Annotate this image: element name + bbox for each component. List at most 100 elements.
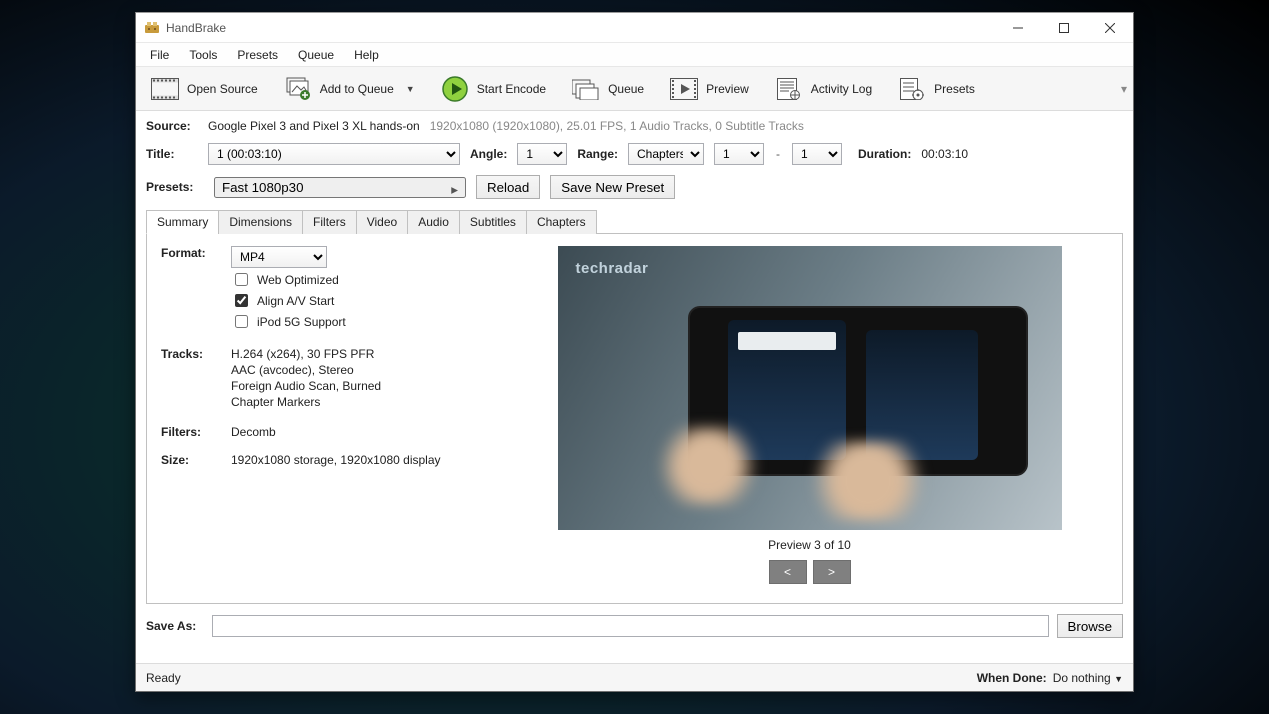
presets-icon <box>898 75 926 103</box>
web-optimized-label: Web Optimized <box>257 273 339 287</box>
chevron-right-icon: ▸ <box>451 182 458 198</box>
track-line: AAC (avcodec), Stereo <box>231 363 481 377</box>
size-value: 1920x1080 storage, 1920x1080 display <box>231 453 481 467</box>
track-line: H.264 (x264), 30 FPS PFR <box>231 347 481 361</box>
size-label: Size: <box>161 453 231 467</box>
align-av-label: Align A/V Start <box>257 294 334 308</box>
activity-log-label: Activity Log <box>811 82 872 96</box>
duration-label: Duration: <box>858 147 911 161</box>
save-new-preset-button[interactable]: Save New Preset <box>550 175 675 199</box>
add-to-queue-button[interactable]: Add to Queue ▼ <box>275 71 424 107</box>
format-select[interactable]: MP4 <box>231 246 327 268</box>
tab-chapters[interactable]: Chapters <box>526 210 597 234</box>
toolbar-overflow[interactable]: ▾ <box>1121 82 1127 96</box>
tab-audio[interactable]: Audio <box>407 210 460 234</box>
tab-summary[interactable]: Summary <box>146 210 219 234</box>
start-encode-button[interactable]: Start Encode <box>432 71 555 107</box>
preview-prev-button[interactable]: < <box>769 560 807 584</box>
toolbar: Open Source Add to Queue ▼ <box>136 67 1133 111</box>
pictures-plus-icon <box>284 75 312 103</box>
reload-button[interactable]: Reload <box>476 175 540 199</box>
summary-left: Format: MP4 Web Optimized Align A/V Star… <box>161 246 481 593</box>
presets-label: Presets: <box>146 180 204 194</box>
menu-tools[interactable]: Tools <box>181 45 225 65</box>
add-to-queue-label: Add to Queue <box>320 82 394 96</box>
film-icon <box>151 75 179 103</box>
tracks-list: H.264 (x264), 30 FPS PFR AAC (avcodec), … <box>231 347 481 411</box>
presets-row: Presets: Fast 1080p30 ▸ Reload Save New … <box>136 167 1133 201</box>
statusbar: Ready When Done: Do nothing ▼ <box>136 663 1133 691</box>
source-label: Source: <box>146 119 198 133</box>
preview-column: techradar Preview 3 of 10 < > <box>511 246 1108 593</box>
tracks-label: Tracks: <box>161 347 231 411</box>
menu-queue[interactable]: Queue <box>290 45 342 65</box>
ipod-checkbox[interactable] <box>235 315 248 328</box>
menu-file[interactable]: File <box>142 45 177 65</box>
preview-watermark: techradar <box>576 260 649 277</box>
summary-panel: Format: MP4 Web Optimized Align A/V Star… <box>146 234 1123 604</box>
tab-dimensions[interactable]: Dimensions <box>218 210 303 234</box>
status-text: Ready <box>146 671 181 685</box>
save-as-input[interactable] <box>212 615 1049 637</box>
preview-button[interactable]: Preview <box>661 71 758 107</box>
duration-value: 00:03:10 <box>921 147 968 161</box>
app-title: HandBrake <box>166 21 226 35</box>
tabs: Summary Dimensions Filters Video Audio S… <box>146 209 1123 234</box>
close-button[interactable] <box>1087 13 1133 43</box>
range-mode-select[interactable]: Chapters <box>628 143 704 165</box>
menu-help[interactable]: Help <box>346 45 387 65</box>
save-as-label: Save As: <box>146 619 204 633</box>
ipod-label: iPod 5G Support <box>257 315 346 329</box>
align-av-checkbox[interactable] <box>235 294 248 307</box>
queue-icon <box>572 75 600 103</box>
menubar: File Tools Presets Queue Help <box>136 43 1133 67</box>
preview-next-button[interactable]: > <box>813 560 851 584</box>
when-done-select[interactable]: Do nothing ▼ <box>1053 671 1123 685</box>
save-as-row: Save As: Browse <box>136 604 1133 648</box>
angle-label: Angle: <box>470 147 507 161</box>
tab-video[interactable]: Video <box>356 210 408 234</box>
range-label: Range: <box>577 147 618 161</box>
range-from-select[interactable]: 1 <box>714 143 764 165</box>
preview-label: Preview <box>706 82 749 96</box>
log-icon <box>775 75 803 103</box>
app-icon <box>144 20 160 36</box>
maximize-button[interactable] <box>1041 13 1087 43</box>
source-name: Google Pixel 3 and Pixel 3 XL hands-on <box>208 119 420 133</box>
chevron-down-icon: ▼ <box>406 84 415 94</box>
app-window: HandBrake File Tools Presets Queue Help <box>135 12 1134 692</box>
preset-value: Fast 1080p30 <box>222 180 304 195</box>
preview-icon <box>670 75 698 103</box>
filters-value: Decomb <box>231 425 481 439</box>
range-dash: - <box>774 147 782 161</box>
tab-filters[interactable]: Filters <box>302 210 357 234</box>
web-optimized-checkbox[interactable] <box>235 273 248 286</box>
chevron-down-icon: ▼ <box>1114 674 1123 684</box>
activity-log-button[interactable]: Activity Log <box>766 71 881 107</box>
range-to-select[interactable]: 1 <box>792 143 842 165</box>
presets-label: Presets <box>934 82 975 96</box>
start-encode-label: Start Encode <box>477 82 546 96</box>
title-row: Title: 1 (00:03:10) Angle: 1 Range: Chap… <box>136 135 1133 167</box>
minimize-button[interactable] <box>995 13 1041 43</box>
tab-subtitles[interactable]: Subtitles <box>459 210 527 234</box>
title-select[interactable]: 1 (00:03:10) <box>208 143 460 165</box>
filters-label: Filters: <box>161 425 231 439</box>
play-icon <box>441 75 469 103</box>
presets-button[interactable]: Presets <box>889 71 984 107</box>
source-row: Source: Google Pixel 3 and Pixel 3 XL ha… <box>136 111 1133 135</box>
track-line: Foreign Audio Scan, Burned <box>231 379 481 393</box>
queue-label: Queue <box>608 82 644 96</box>
browse-button[interactable]: Browse <box>1057 614 1123 638</box>
source-details: 1920x1080 (1920x1080), 25.01 FPS, 1 Audi… <box>430 119 804 133</box>
title-label: Title: <box>146 147 198 161</box>
format-label: Format: <box>161 246 231 333</box>
angle-select[interactable]: 1 <box>517 143 567 165</box>
queue-button[interactable]: Queue <box>563 71 653 107</box>
open-source-button[interactable]: Open Source <box>142 71 267 107</box>
when-done-value: Do nothing <box>1053 671 1111 685</box>
open-source-label: Open Source <box>187 82 258 96</box>
track-line: Chapter Markers <box>231 395 481 409</box>
menu-presets[interactable]: Presets <box>229 45 286 65</box>
preset-picker[interactable]: Fast 1080p30 ▸ <box>214 177 466 198</box>
